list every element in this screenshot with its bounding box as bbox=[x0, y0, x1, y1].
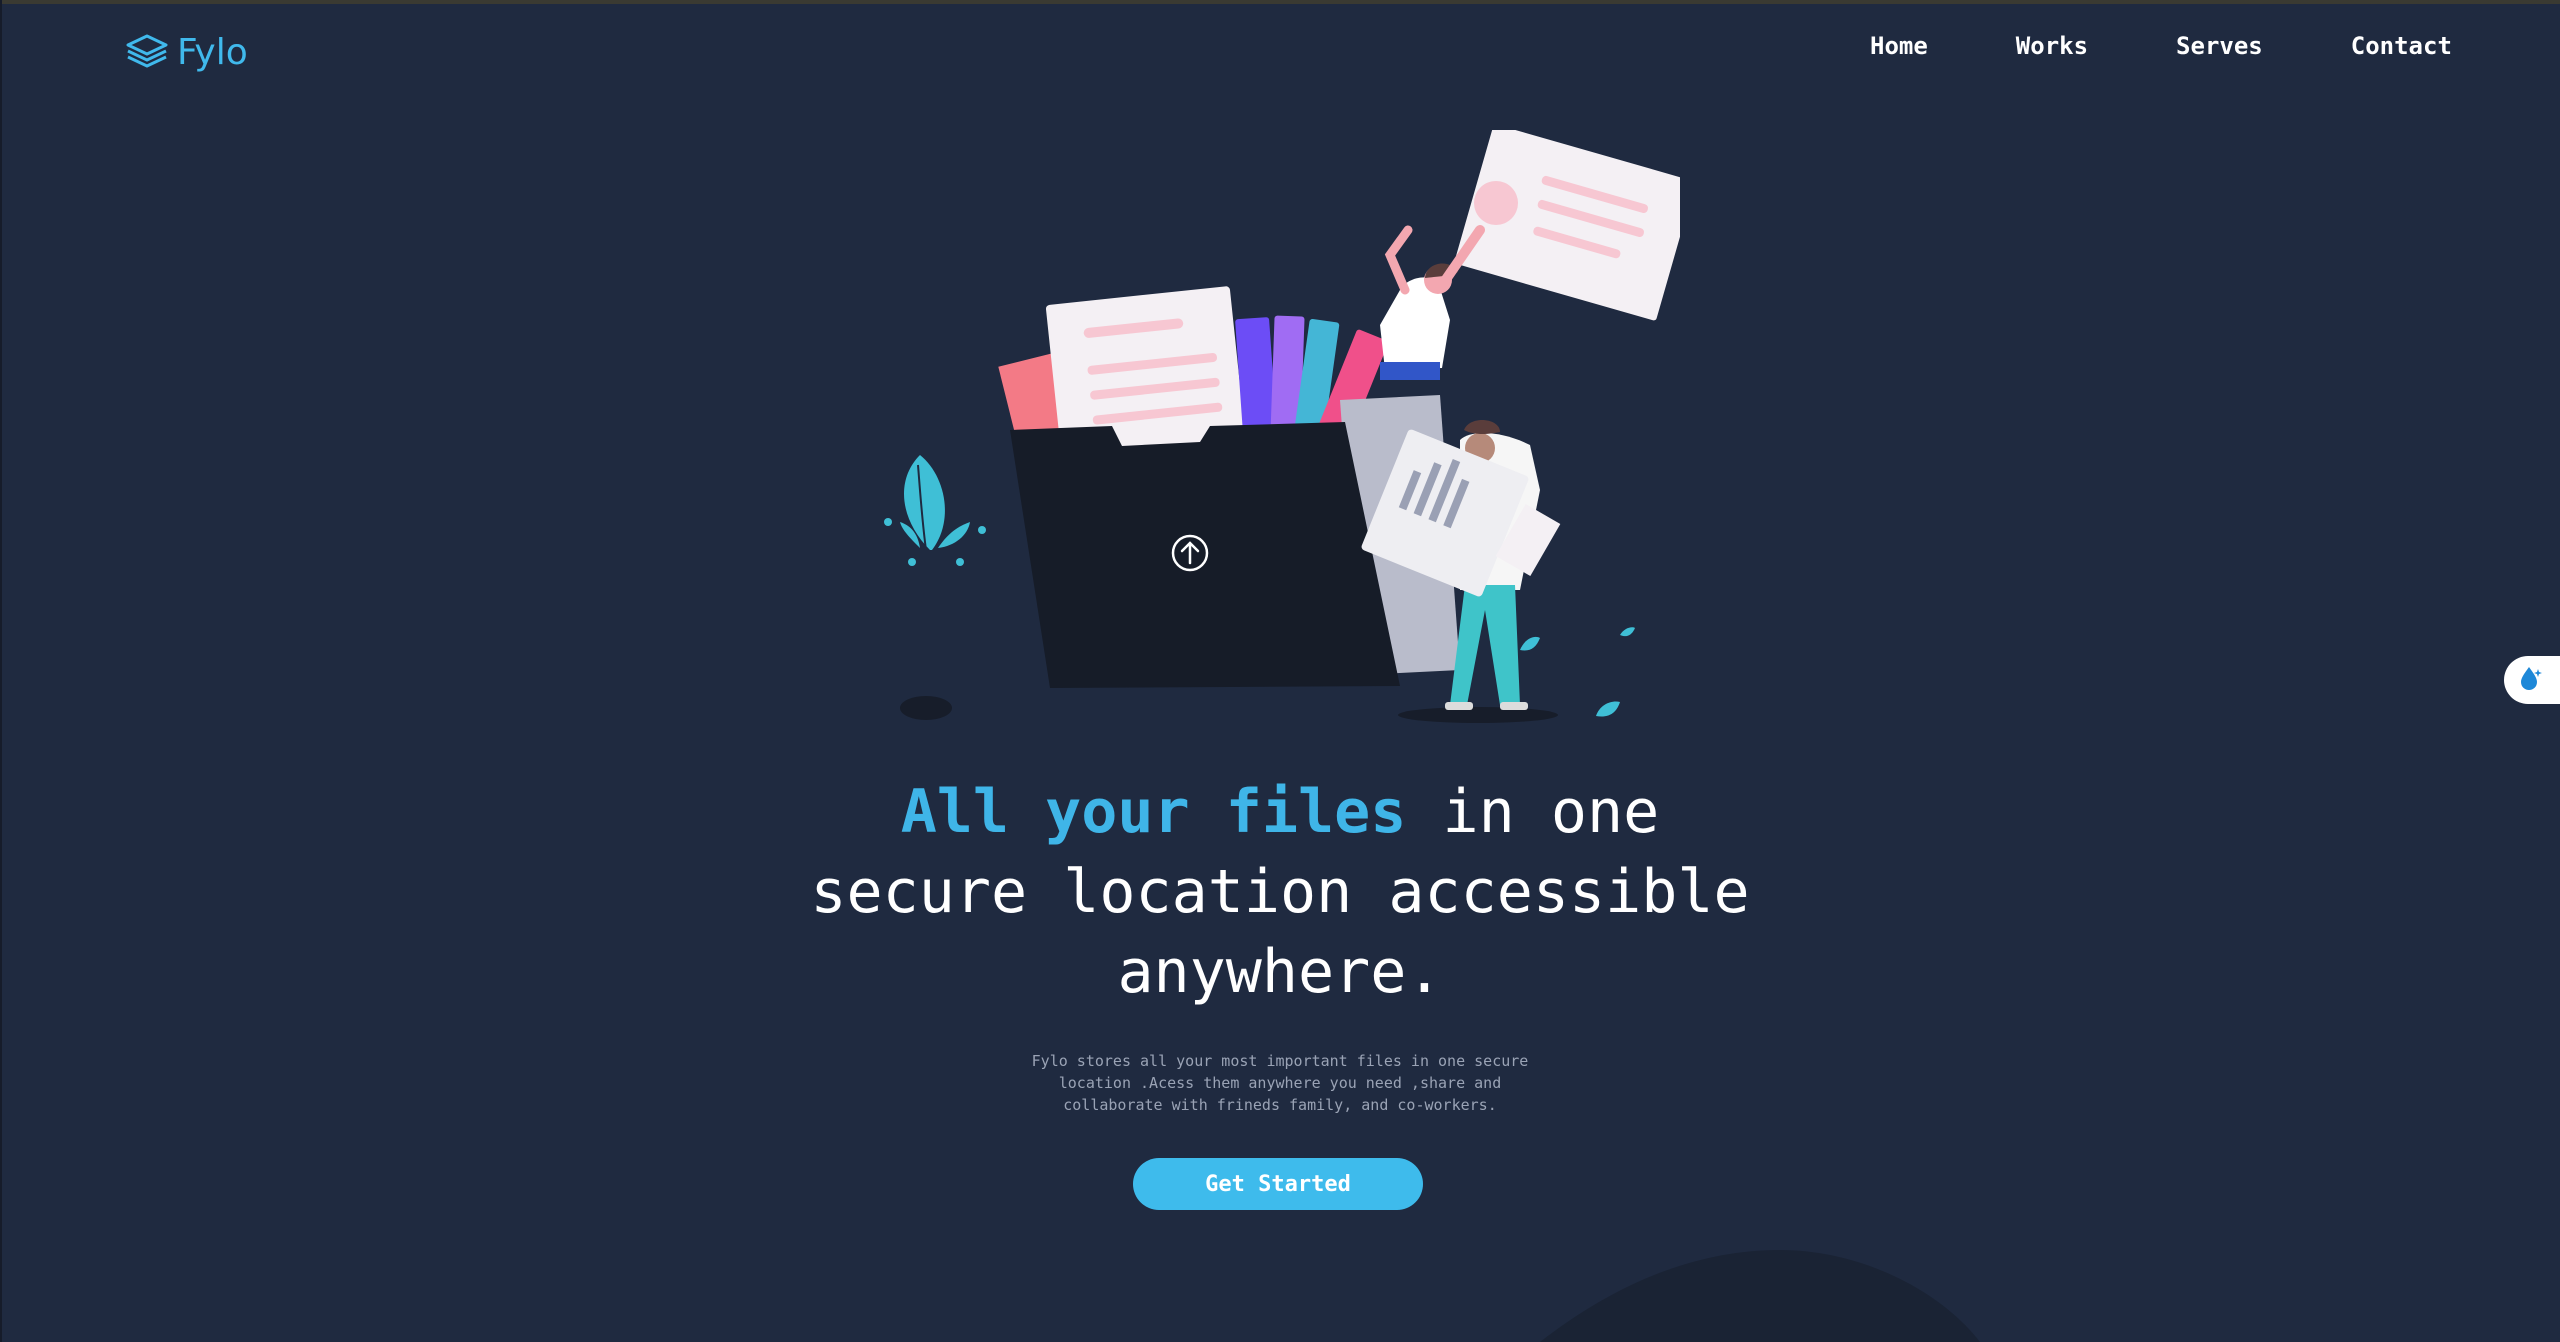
hero-illustration bbox=[860, 124, 1696, 740]
hero-headline: All your files in one secure location ac… bbox=[780, 772, 1780, 1012]
nav-serves-link[interactable]: Serves bbox=[2176, 32, 2263, 60]
nav-home-link[interactable]: Home bbox=[1870, 32, 1928, 60]
dark-mode-drop-icon bbox=[2514, 663, 2544, 697]
brand-logo[interactable]: Fylo bbox=[125, 32, 248, 73]
plant-icon bbox=[884, 455, 986, 720]
headline-accent: All your files bbox=[900, 777, 1407, 847]
nav-works-link[interactable]: Works bbox=[2016, 32, 2088, 60]
layers-icon bbox=[125, 33, 169, 73]
nav-contact-link[interactable]: Contact bbox=[2351, 32, 2452, 60]
person-holding-card bbox=[1380, 124, 1696, 380]
brand-name: Fylo bbox=[177, 32, 248, 73]
get-started-button[interactable]: Get Started bbox=[1133, 1158, 1423, 1210]
main-nav: Home Works Serves Contact bbox=[1870, 32, 2452, 60]
folder-icon bbox=[1010, 422, 1400, 688]
window-left-edge bbox=[0, 0, 2, 1342]
theme-toggle-widget[interactable] bbox=[2504, 656, 2560, 704]
hero-description: Fylo stores all your most important file… bbox=[1031, 1052, 1529, 1114]
site-header: Fylo Home Works Serves Contact bbox=[0, 0, 2560, 120]
bottom-wave-decoration bbox=[1540, 1250, 1980, 1342]
